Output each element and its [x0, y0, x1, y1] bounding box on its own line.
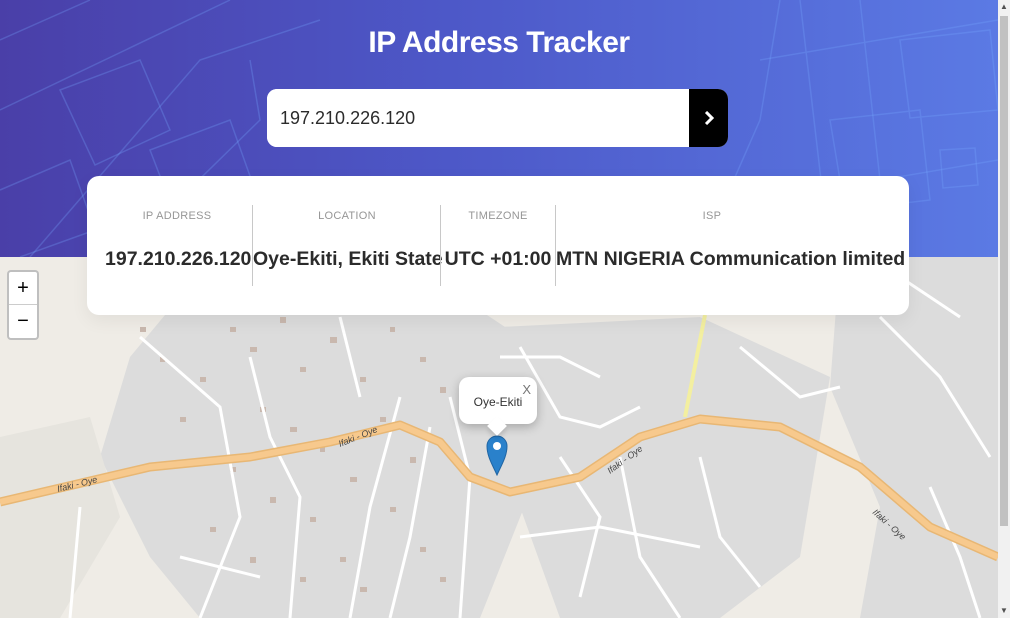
popup-text: Oye-Ekiti: [473, 395, 523, 409]
isp-label: ISP: [702, 210, 722, 222]
timezone-label: TIMEZONE: [468, 210, 528, 222]
map-pin-icon: [486, 435, 508, 477]
zoom-controls: + −: [7, 270, 39, 340]
ip-address-value: 197.210.226.120: [105, 248, 252, 270]
timezone-value: UTC +01:00: [444, 248, 552, 270]
zoom-out-button[interactable]: −: [9, 304, 37, 337]
scroll-up-arrow-icon[interactable]: ▲: [998, 0, 1010, 14]
location-value: Oye-Ekiti, Ekiti State: [253, 248, 443, 270]
ip-info-card: IP ADDRESS 197.210.226.120 LOCATION Oye-…: [87, 176, 909, 315]
page-title: IP Address Tracker: [368, 26, 630, 59]
chevron-right-icon: [704, 111, 714, 125]
ip-address-label: IP ADDRESS: [142, 210, 212, 222]
page-scrollbar[interactable]: ▲ ▼: [998, 0, 1010, 618]
ip-address-section: IP ADDRESS 197.210.226.120: [105, 176, 252, 315]
town-area: [500, 317, 830, 618]
scroll-down-arrow-icon[interactable]: ▼: [998, 604, 1010, 618]
town-area: [0, 417, 120, 618]
isp-section: ISP MTN NIGERIA Communication limited: [556, 176, 906, 315]
timezone-section: TIMEZONE UTC +01:00: [441, 176, 555, 315]
zoom-in-button[interactable]: +: [9, 272, 37, 304]
isp-value: MTN NIGERIA Communication limited: [556, 248, 906, 270]
ip-search-input[interactable]: [267, 89, 689, 147]
popup-close-button[interactable]: X: [522, 382, 531, 397]
ip-search-bar: [267, 89, 728, 147]
search-submit-button[interactable]: [689, 89, 728, 147]
scroll-thumb[interactable]: [1000, 16, 1008, 526]
location-marker[interactable]: [486, 434, 508, 481]
location-popup: Oye-Ekiti X: [459, 377, 537, 436]
location-section: LOCATION Oye-Ekiti, Ekiti State: [253, 176, 443, 315]
location-label: LOCATION: [318, 210, 376, 222]
